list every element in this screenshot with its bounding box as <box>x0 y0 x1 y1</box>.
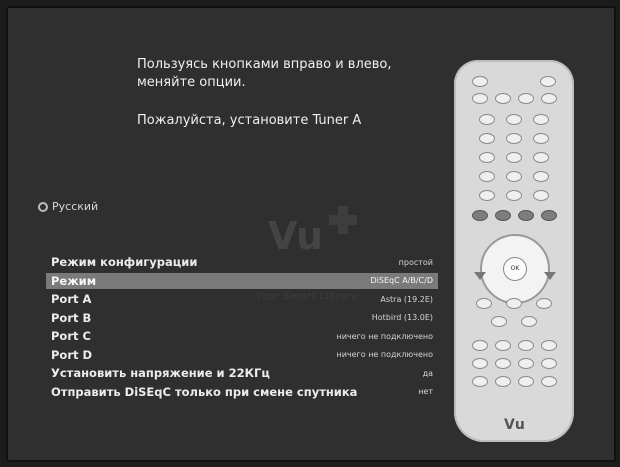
remote-button <box>533 133 549 144</box>
remote-button <box>495 210 511 221</box>
remote-button <box>472 210 488 221</box>
remote-button <box>506 298 522 309</box>
setting-row-port-c[interactable]: Port C ничего не подключено <box>46 328 438 344</box>
remote-button <box>518 93 534 104</box>
remote-button <box>476 298 492 309</box>
setting-value[interactable]: DiSEqC A/B/C/D <box>370 276 433 285</box>
setting-value[interactable]: простой <box>399 258 433 267</box>
remote-button <box>536 298 552 309</box>
remote-button <box>506 133 522 144</box>
instruction-line-1: Пользуясь кнопками вправо и влево, <box>137 57 392 72</box>
instruction-line-3: Пожалуйста, установите Tuner A <box>137 113 362 128</box>
setting-row-diseqc-on-change[interactable]: Отправить DiSEqC только при смене спутни… <box>46 384 438 400</box>
remote-button <box>533 190 549 201</box>
remote-button <box>541 210 557 221</box>
remote-button <box>495 93 511 104</box>
remote-button <box>506 171 522 182</box>
remote-button <box>495 376 511 387</box>
remote-button <box>506 152 522 163</box>
remote-button <box>495 358 511 369</box>
setting-value[interactable]: Astra (19.2E) <box>380 295 433 304</box>
setting-label: Port D <box>51 347 93 362</box>
arrow-down-icon <box>544 272 556 280</box>
setting-value[interactable]: ничего не подключено <box>336 332 433 341</box>
setting-label: Port A <box>51 292 92 306</box>
remote-button <box>479 133 495 144</box>
setting-label: Режим <box>51 273 97 288</box>
tuner-settings-list: Режим конфигурации простой Режим DiSEqC … <box>46 254 438 402</box>
remote-button <box>491 316 507 327</box>
remote-button <box>495 340 511 351</box>
setting-row-mode[interactable]: Режим DiSEqC A/B/C/D <box>46 272 438 289</box>
remote-button <box>472 93 488 104</box>
setting-value[interactable]: нет <box>418 387 433 396</box>
setting-row-port-d[interactable]: Port D ничего не подключено <box>46 347 438 363</box>
setting-row-voltage-22khz[interactable]: Установить напряжение и 22КГц да <box>46 365 438 381</box>
remote-button <box>472 76 488 87</box>
remote-button <box>541 340 557 351</box>
remote-button <box>518 340 534 351</box>
setting-value[interactable]: ничего не подключено <box>336 350 433 359</box>
setting-value[interactable]: да <box>423 369 433 378</box>
remote-button <box>518 210 534 221</box>
watermark-brand: Vu <box>268 214 323 258</box>
setting-value[interactable]: Hotbird (13.0E) <box>372 313 433 322</box>
ok-button: OK <box>503 257 527 281</box>
remote-button <box>541 358 557 369</box>
remote-button <box>479 114 495 125</box>
radio-icon <box>38 201 48 212</box>
setting-row-config-mode[interactable]: Режим конфигурации простой <box>46 254 438 270</box>
setting-label: Установить напряжение и 22КГц <box>51 366 270 380</box>
setup-screen: Пользуясь кнопками вправо и влево, меняй… <box>6 6 616 462</box>
remote-button <box>472 358 488 369</box>
language-option[interactable]: Русский <box>38 200 98 213</box>
remote-button <box>506 114 522 125</box>
setting-label: Port C <box>51 329 91 343</box>
remote-button <box>518 376 534 387</box>
remote-button <box>472 376 488 387</box>
remote-button <box>479 190 495 201</box>
remote-button <box>533 152 549 163</box>
setting-label: Режим конфигурации <box>51 255 198 269</box>
remote-button <box>506 190 522 201</box>
remote-button <box>533 114 549 125</box>
remote-logo: Vu <box>504 417 526 433</box>
remote-button <box>518 358 534 369</box>
language-label: Русский <box>52 200 99 213</box>
arrow-down-icon <box>474 272 486 280</box>
remote-button <box>472 340 488 351</box>
instructions: Пользуясь кнопками вправо и влево, меняй… <box>137 56 437 130</box>
setting-row-port-a[interactable]: Port A Astra (19.2E) <box>46 291 438 307</box>
remote-button <box>533 171 549 182</box>
remote-button <box>521 316 537 327</box>
instruction-line-2: меняйте опции. <box>137 75 246 90</box>
remote-button <box>541 376 557 387</box>
setting-label: Port B <box>51 310 92 325</box>
remote-button <box>479 152 495 163</box>
setting-row-port-b[interactable]: Port B Hotbird (13.0E) <box>46 310 438 326</box>
remote-button <box>541 93 557 104</box>
remote-control-illustration: OK Vu <box>454 60 574 442</box>
power-icon <box>540 76 556 87</box>
setting-label: Отправить DiSEqC только при смене спутни… <box>51 384 358 399</box>
remote-button <box>479 171 495 182</box>
